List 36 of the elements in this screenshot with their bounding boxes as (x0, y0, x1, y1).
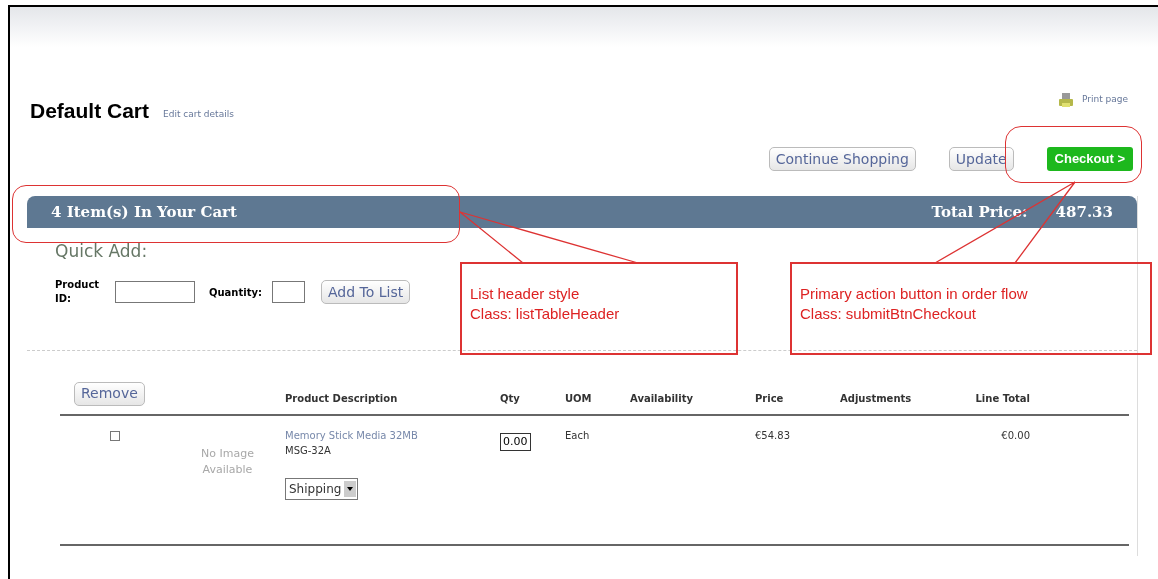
printer-icon (1057, 92, 1074, 108)
total-price-value: 487.33 (1055, 201, 1113, 223)
column-header: Qty (500, 391, 521, 406)
qty-field[interactable]: 0.00 (500, 432, 531, 451)
column-header: Price (755, 391, 785, 406)
action-button[interactable]: Update (948, 147, 1014, 171)
row-checkbox[interactable] (110, 430, 120, 441)
annotation-callout: Primary action button in order flow Class: submitBtnCheckout (790, 262, 1152, 355)
price-cell-text: €54.83 (755, 428, 791, 443)
column-header: Availability (630, 391, 694, 406)
no-image-text: No Image Available (200, 445, 255, 478)
line-total-cell-text: €0.00 (1000, 428, 1030, 443)
add-to-list-button[interactable]: Add To List (321, 280, 411, 304)
action-button[interactable]: Continue Shopping (768, 147, 916, 171)
product-link[interactable]: Memory Stick Media 32MB (285, 427, 418, 443)
column-header: UOM (565, 391, 593, 406)
product-id-field[interactable] (115, 281, 195, 303)
column-header: Adjustments (840, 391, 913, 406)
total-price-label: Total Price: (931, 201, 1028, 223)
remove-button[interactable]: Remove (74, 381, 145, 406)
product-id-label: Product ID: (55, 278, 101, 306)
column-header: Product Description (285, 391, 399, 406)
uom-cell-text: Each (565, 428, 591, 443)
page-title: Default Cart (30, 97, 150, 124)
checkout-button[interactable]: Checkout > (1046, 147, 1133, 171)
items-count: 4 Item(s) In Your Cart (51, 201, 237, 223)
quantity-field[interactable] (272, 281, 305, 303)
print-page-link[interactable]: Print page (1057, 92, 1128, 108)
annotation-callout: List header style Class: listTableHeader (460, 262, 738, 355)
column-header: Line Total (974, 391, 1030, 406)
edit-cart-link[interactable]: Edit cart details (163, 107, 234, 121)
quantity-label: Quantity: (209, 285, 262, 300)
product-sku: MSG-32A (285, 443, 331, 458)
fulfillment-dropdown[interactable]: Shipping (285, 477, 359, 500)
dropdown-arrow-icon (347, 486, 354, 491)
quick-add-heading: Quick Add: (55, 240, 149, 262)
